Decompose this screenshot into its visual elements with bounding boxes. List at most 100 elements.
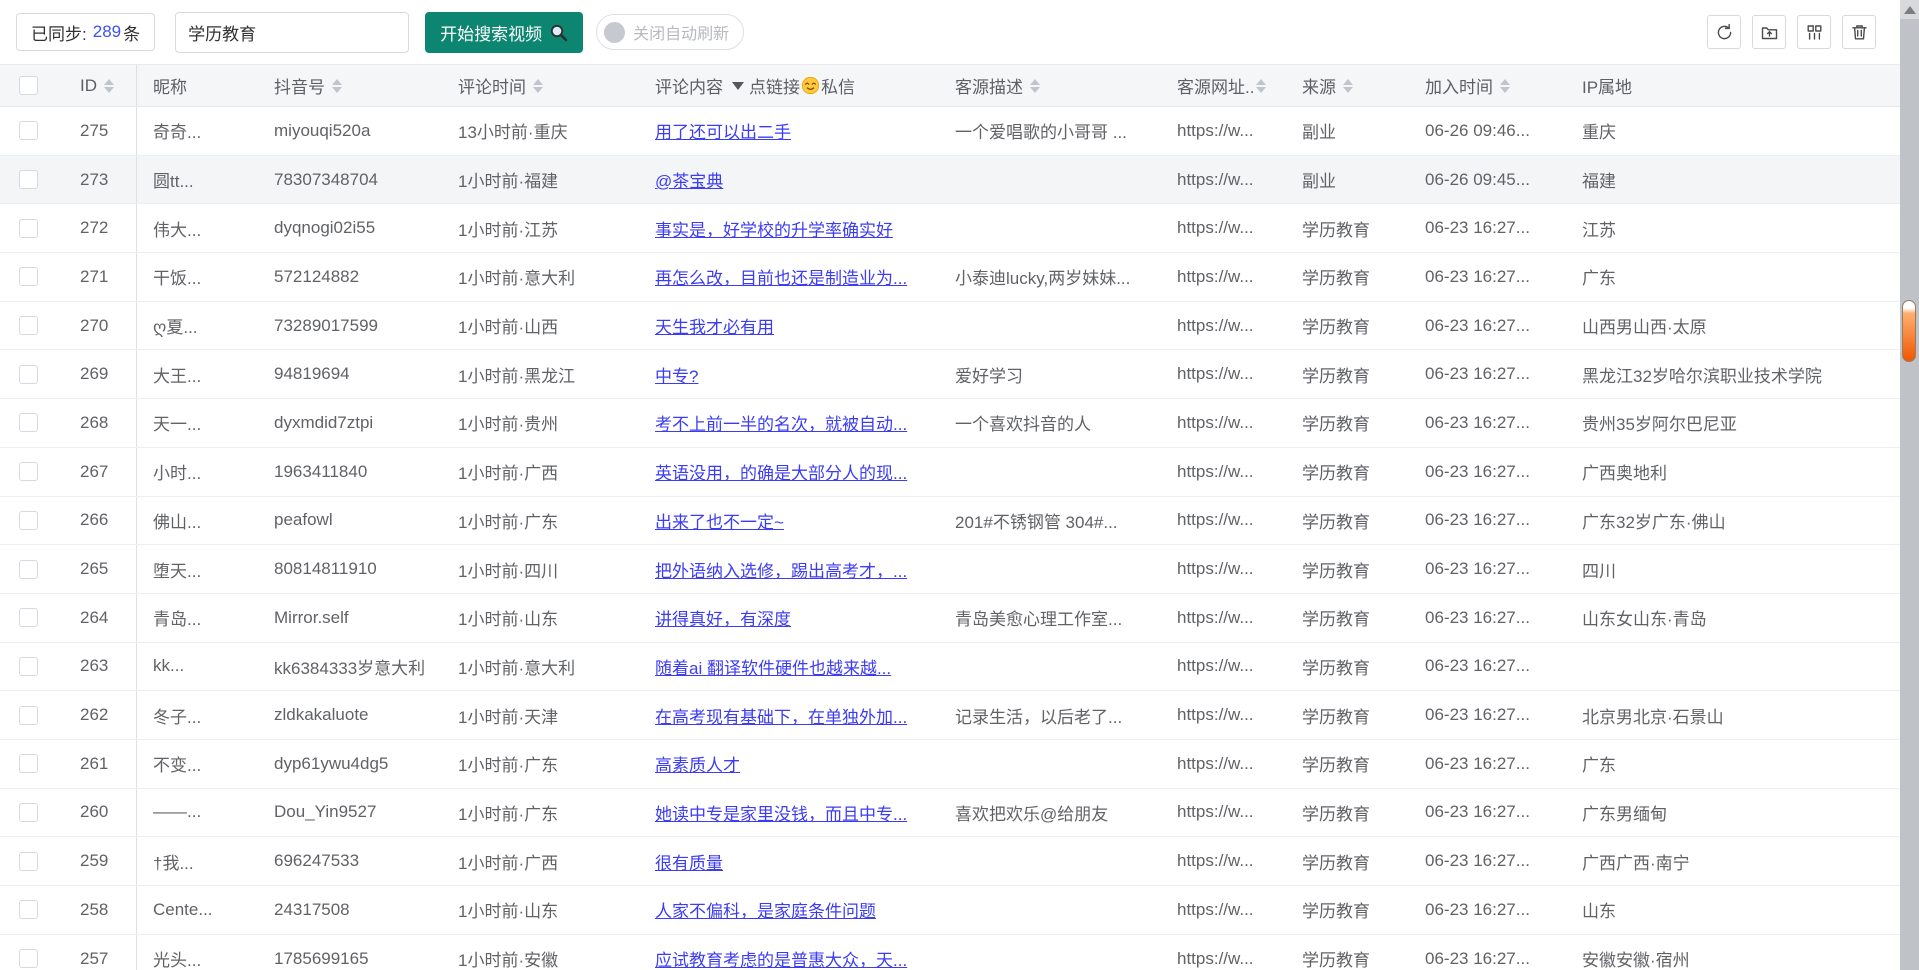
row-checkbox[interactable] [19,657,38,676]
cell-nickname: 天一... [137,399,258,447]
comment-link[interactable]: 天生我才必有用 [655,313,774,338]
cell-comment-time: 1小时前·广西 [442,448,639,496]
cell-douyin-id: 696247533 [258,837,442,885]
cell-id: 265 [56,545,137,593]
comment-link[interactable]: 人家不偏科，是家庭条件问题 [655,897,876,922]
row-checkbox[interactable] [19,706,38,725]
start-search-button[interactable]: 开始搜索视频 [425,12,583,53]
comment-link[interactable]: 事实是，好学校的升学率确实好 [655,216,893,241]
select-all-checkbox[interactable] [19,76,38,95]
table-row: 269 大王... 94819694 1小时前·黑龙江 中专? 爱好学习 htt… [0,350,1900,399]
row-checkbox[interactable] [19,365,38,384]
row-checkbox[interactable] [19,949,38,968]
cell-nickname: 大王... [137,350,258,398]
row-checkbox[interactable] [19,316,38,335]
comment-link[interactable]: 她读中专是家里没钱，而且中专... [655,800,907,825]
comment-link[interactable]: 高素质人才 [655,751,740,776]
table-row: 258 Cente... 24317508 1小时前·山东 人家不偏科，是家庭条… [0,886,1900,935]
table-row: 265 堕天... 80814811910 1小时前·四川 把外语纳入选修，踢出… [0,545,1900,594]
columns-button[interactable] [1797,15,1831,49]
cell-ip: 黑龙江32岁哈尔滨职业技术学院 [1566,350,1900,398]
trash-button[interactable] [1842,15,1876,49]
sort-carets-icon[interactable] [1030,79,1040,93]
column-header-desc[interactable]: 客源描述 [939,65,1161,106]
column-header-comment-time[interactable]: 评论时间 [442,65,639,106]
row-checkbox[interactable] [19,267,38,286]
sort-carets-icon[interactable] [332,79,342,93]
cell-douyin-id: kk6384333岁意大利 [258,643,442,691]
cell-join-time: 06-23 16:27... [1409,789,1566,837]
comment-header-dm-text: 私信 [821,73,855,98]
cell-douyin-id: 1963411840 [258,448,442,496]
sort-carets-icon[interactable] [533,79,543,93]
comment-link[interactable]: 用了还可以出二手 [655,118,791,143]
comment-link[interactable]: 把外语纳入选修，踢出高考才，... [655,557,907,582]
comment-link[interactable]: 出来了也不一定~ [655,508,784,533]
cell-id: 268 [56,399,137,447]
comment-link[interactable]: 很有质量 [655,849,723,874]
comment-link[interactable]: 再怎么改，目前也还是制造业为... [655,264,907,289]
auto-refresh-toggle[interactable]: 关闭自动刷新 [596,14,744,50]
row-checkbox[interactable] [19,754,38,773]
row-checkbox[interactable] [19,511,38,530]
comment-link[interactable]: 英语没用，的确是大部分人的现... [655,459,907,484]
cell-id: 261 [56,740,137,788]
row-checkbox[interactable] [19,900,38,919]
cell-source: 学历教育 [1286,886,1409,934]
cell-id: 259 [56,837,137,885]
row-checkbox[interactable] [19,219,38,238]
column-header-join-time[interactable]: 加入时间 [1409,65,1566,106]
comment-link[interactable]: 应试教育考虑的是普惠大众，天... [655,946,907,970]
cell-desc: 青岛美愈心理工作室... [939,594,1161,642]
column-header-id[interactable]: ID [56,65,137,106]
sort-carets-icon[interactable] [1343,79,1353,93]
cell-desc: 爱好学习 [939,350,1161,398]
sort-carets-icon[interactable] [104,79,114,93]
cell-id: 269 [56,350,137,398]
column-header-douyin-id[interactable]: 抖音号 [258,65,442,106]
filter-caret-icon[interactable] [732,82,744,90]
column-header-url[interactable]: 客源网址.. [1161,65,1286,106]
row-checkbox[interactable] [19,170,38,189]
comment-link[interactable]: 在高考现有基础下，在单独外加... [655,703,907,728]
export-button[interactable] [1752,15,1786,49]
cell-url: https://w... [1161,497,1286,545]
vertical-scrollbar[interactable] [1900,0,1919,970]
sort-carets-icon[interactable] [1256,79,1266,93]
row-checkbox-cell [0,497,56,545]
table-row: 275 奇奇... miyouqi520a 13小时前·重庆 用了还可以出二手 … [0,107,1900,156]
scroll-up-button[interactable] [1900,0,1919,19]
comment-link[interactable]: 讲得真好，有深度 [655,605,791,630]
row-checkbox[interactable] [19,803,38,822]
cell-source: 学历教育 [1286,740,1409,788]
row-checkbox[interactable] [19,608,38,627]
cell-nickname: ღ夏... [137,302,258,350]
column-header-ip: IP属地 [1566,65,1900,106]
row-checkbox-cell [0,399,56,447]
column-header-source[interactable]: 来源 [1286,65,1409,106]
row-checkbox[interactable] [19,852,38,871]
row-checkbox[interactable] [19,462,38,481]
cell-desc: 一个爱唱歌的小哥哥 ... [939,107,1161,155]
cell-nickname: 堕天... [137,545,258,593]
column-header-comment[interactable]: 评论内容 点链接 私信 [639,65,939,106]
cell-id: 271 [56,253,137,301]
cell-desc: 喜欢把欢乐@给朋友 [939,789,1161,837]
comment-link[interactable]: @茶宝典 [655,167,723,192]
row-checkbox[interactable] [19,121,38,140]
comment-header-link-text: 点链接 [749,73,800,98]
refresh-button[interactable] [1707,15,1741,49]
row-checkbox[interactable] [19,413,38,432]
start-search-label: 开始搜索视频 [440,20,542,45]
cell-desc [939,740,1161,788]
comment-link[interactable]: 考不上前一半的名次，就被自动... [655,410,907,435]
row-checkbox[interactable] [19,560,38,579]
column-label: 昵称 [153,73,187,98]
scrollbar-thumb[interactable] [1902,300,1916,362]
row-checkbox-cell [0,837,56,885]
cell-url: https://w... [1161,691,1286,739]
comment-link[interactable]: 随着ai 翻译软件硬件也越来越... [655,654,891,679]
comment-link[interactable]: 中专? [655,362,698,387]
keyword-input[interactable] [175,12,409,53]
sort-carets-icon[interactable] [1500,79,1510,93]
